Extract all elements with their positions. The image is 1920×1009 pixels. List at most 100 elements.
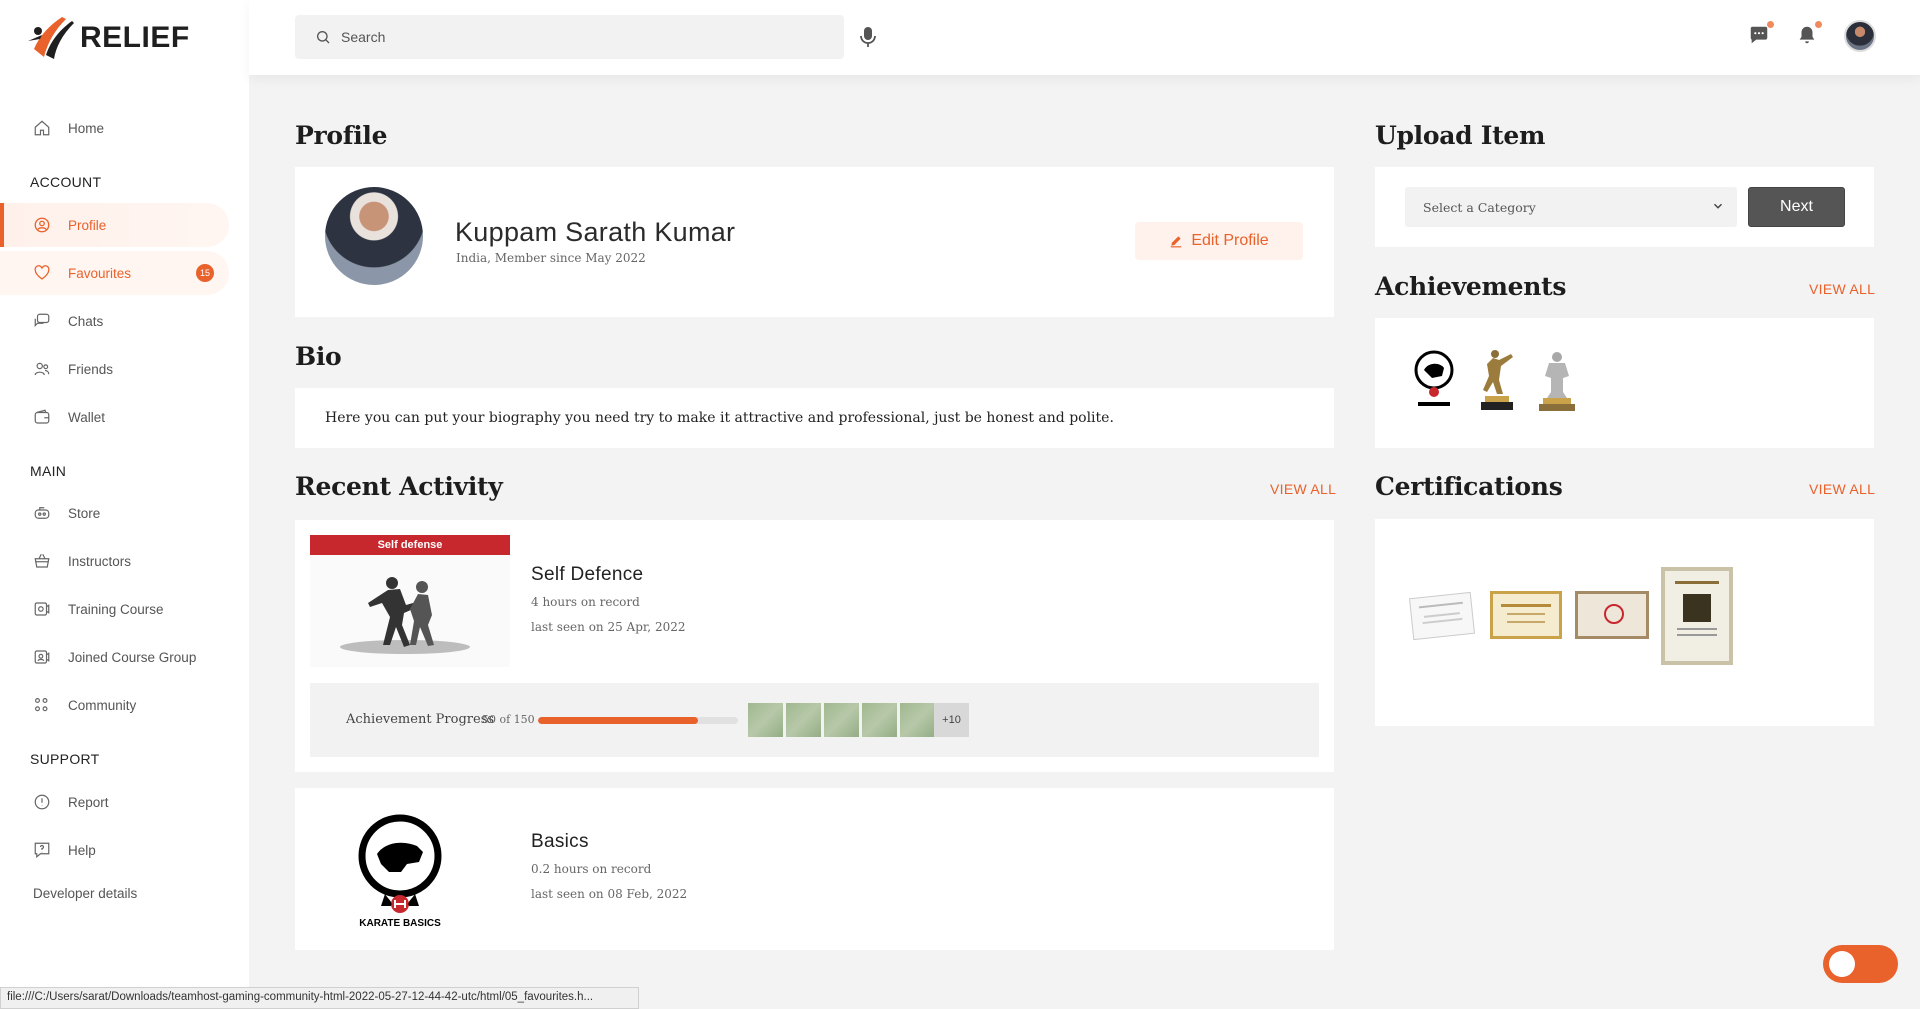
karate-basics-logo: KARATE BASICS [345,806,455,934]
sidebar-item-label: Friends [68,361,114,377]
friends-icon [32,359,52,379]
sidebar-item-label: Home [68,120,105,136]
group-icon [32,647,52,667]
achievement-badge[interactable] [748,703,783,737]
profile-name: Kuppam Sarath Kumar [455,217,736,247]
achievements-view-all-link[interactable]: VIEW ALL [1809,281,1875,297]
sidebar-item-community[interactable]: Community [0,683,229,727]
certificate-text-line [1677,628,1717,630]
certificate-text-line [1422,617,1463,625]
sidebar-item-instructors[interactable]: Instructors [0,539,229,583]
more-badges-tile[interactable]: +10 [934,703,969,737]
activity-card-self-defence[interactable]: Self defense Self Defence 4 hours on rec… [295,520,1334,772]
alert-icon [32,792,52,812]
sidebar-item-profile[interactable]: Profile [0,203,229,247]
heart-icon [32,263,52,283]
activity-hours: 4 hours on record [531,595,640,609]
certifications-card [1375,519,1874,726]
search-icon [317,31,330,44]
upload-card: Select a Category Next [1375,167,1874,247]
activity-view-all-link[interactable]: VIEW ALL [1270,481,1336,497]
achievement-badge[interactable] [786,703,821,737]
certifications-heading: Certifications [1375,472,1563,501]
progress-fill [538,717,698,724]
profile-heading: Profile [295,121,388,150]
certificate-thumbnail[interactable] [1490,591,1562,639]
chat-icon [32,311,52,331]
theme-toggle[interactable] [1823,945,1898,983]
sidebar-item-label: Profile [68,217,107,233]
next-button[interactable]: Next [1748,187,1845,227]
certificate-thumbnail[interactable] [1661,567,1733,665]
sidebar-item-label: Report [68,794,109,810]
community-icon [32,695,52,715]
certifications-view-all-link[interactable]: VIEW ALL [1809,481,1875,497]
activity-title: Basics [531,831,589,852]
sidebar-item-label: Training Course [68,601,164,617]
certificate-text-line [1423,612,1460,618]
user-avatar[interactable] [1844,20,1876,52]
basket-icon [32,551,52,571]
sidebar-item-report[interactable]: Report [0,780,229,824]
sidebar-item-training-course[interactable]: Training Course [0,587,229,631]
search-input[interactable] [341,29,821,45]
store-icon [32,503,52,523]
brand-name: RELIEF [80,21,190,54]
sidebar-item-wallet[interactable]: Wallet [0,395,229,439]
bio-heading: Bio [295,342,342,371]
sidebar-item-label: Wallet [68,409,106,425]
sidebar-item-home[interactable]: Home [0,106,229,150]
bell-icon [1799,26,1815,44]
brand-logo[interactable]: RELIEF [26,8,190,68]
certificate-text-line [1677,634,1717,636]
certificate-seal-icon [1604,604,1624,624]
edit-profile-button[interactable]: Edit Profile [1135,222,1303,260]
activity-card-basics[interactable]: KARATE BASICS Basics 0.2 hours on record… [295,788,1334,950]
help-icon [32,840,52,860]
bio-card: Here you can put your biography you need… [295,388,1334,448]
pencil-icon [1171,236,1182,248]
achievement-progress-panel: Achievement Progress 50 of 150 +10 [310,683,1319,757]
sidebar-item-label: Chats [68,313,104,329]
sidebar-item-help[interactable]: Help [0,828,229,872]
sidebar-item-joined-course-group[interactable]: Joined Course Group [0,635,229,679]
progress-label: Achievement Progress [346,712,495,727]
achievement-badge[interactable] [900,703,935,737]
kick-trophy-icon[interactable] [1475,346,1517,412]
home-icon [32,118,52,138]
chevron-down-icon [1713,203,1723,209]
activity-last-seen: last seen on 08 Feb, 2022 [531,887,688,901]
fighter-trophy-icon[interactable] [1535,348,1579,412]
message-icon [1750,26,1768,44]
upload-item-heading: Upload Item [1375,121,1546,150]
profile-subtitle: India, Member since May 2022 [456,251,646,265]
recent-activity-heading: Recent Activity [295,472,503,501]
karate-basics-trophy-icon[interactable] [1410,348,1458,410]
certificate-text-line [1507,621,1545,623]
messages-button[interactable] [1748,21,1774,48]
developer-details-link[interactable]: Developer details [33,886,137,901]
notifications-button[interactable] [1796,21,1822,48]
achievements-card [1375,318,1874,448]
browser-status-bar: file:///C:/Users/sarat/Downloads/teamhos… [0,987,639,1009]
top-bar [249,0,1920,75]
category-select[interactable]: Select a Category [1405,187,1737,227]
self-defense-figures-image [340,577,470,654]
microphone-icon[interactable] [859,26,877,48]
achievement-badge[interactable] [824,703,859,737]
certificate-photo [1683,594,1711,622]
certificate-thumbnail[interactable] [1408,591,1476,641]
certificate-text-line [1501,604,1551,607]
sidebar-item-friends[interactable]: Friends [0,347,229,391]
sidebar-item-label: Community [68,697,137,713]
sidebar-item-chats[interactable]: Chats [0,299,229,343]
certificate-thumbnail[interactable] [1575,591,1649,639]
sidebar-item-label: Instructors [68,553,132,569]
sidebar-item-store[interactable]: Store [0,491,229,535]
search-box[interactable] [295,15,844,59]
unread-dot [1815,21,1822,28]
sidebar-item-favourites[interactable]: Favourites 15 [0,251,229,295]
sidebar-item-label: Help [68,842,96,858]
achievement-badge[interactable] [862,703,897,737]
certificate-text-line [1418,601,1463,609]
